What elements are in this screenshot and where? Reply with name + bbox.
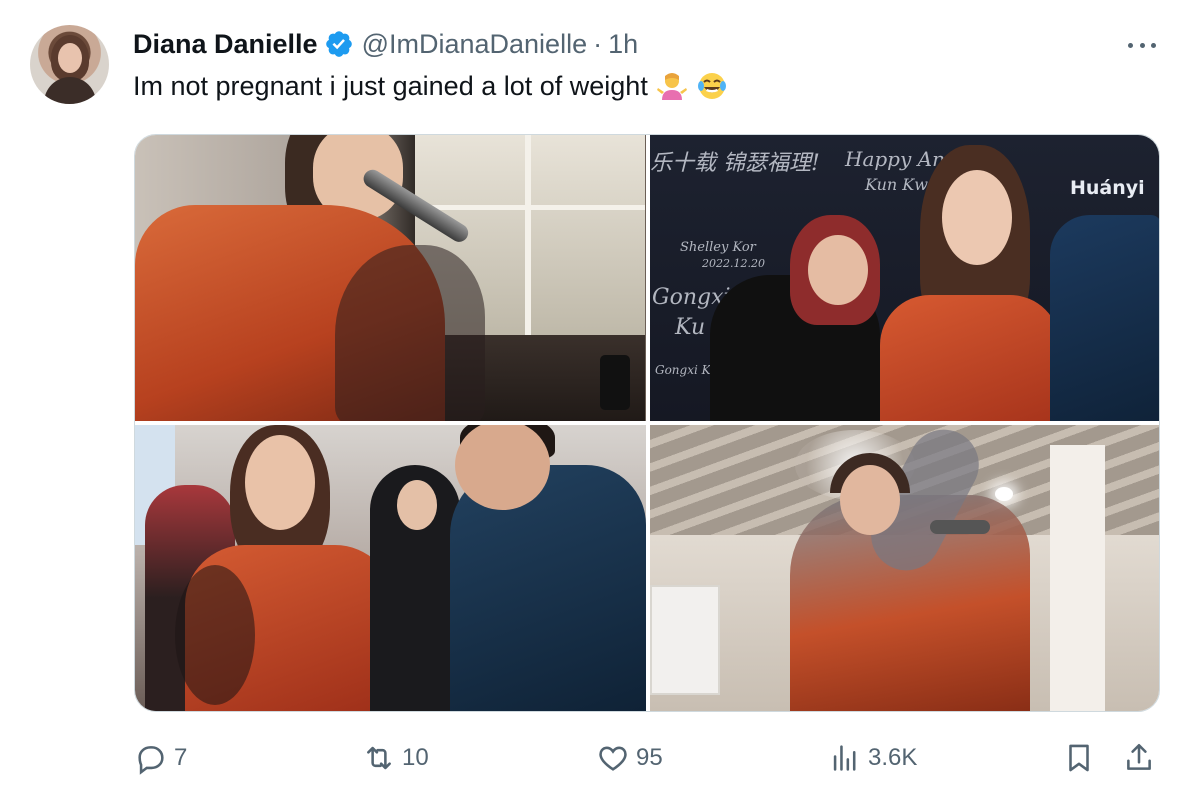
views-button[interactable]: 3.6K <box>828 736 917 780</box>
heart-icon <box>599 746 627 771</box>
retweet-count: 10 <box>402 744 429 771</box>
media-grid: 乐十载 锦瑟福理! Happy Anniv Kun Kw Shelley Kor… <box>134 134 1160 712</box>
author-name[interactable]: Diana Danielle <box>133 29 318 60</box>
photo-signature-wall[interactable]: 乐十载 锦瑟福理! Happy Anniv Kun Kw Shelley Kor… <box>650 135 1159 421</box>
reply-icon <box>138 746 164 775</box>
retweet-button[interactable]: 10 <box>362 736 429 780</box>
like-count: 95 <box>636 744 663 771</box>
verified-badge-icon <box>325 31 352 57</box>
author-handle[interactable]: @ImDianaDanielle <box>362 29 588 60</box>
bar-chart-icon <box>833 745 856 771</box>
share-icon <box>1127 743 1151 770</box>
more-options-icon[interactable] <box>1124 30 1160 60</box>
tweet-text: Im not pregnant i just gained a lot of w… <box>133 70 728 102</box>
avatar-face <box>58 43 82 73</box>
avatar-body <box>44 77 96 104</box>
author-avatar[interactable] <box>30 25 109 104</box>
views-count: 3.6K <box>868 744 918 771</box>
reply-button[interactable]: 7 <box>134 736 187 780</box>
share-button[interactable] <box>1122 736 1156 780</box>
bookmark-button[interactable] <box>1062 736 1096 780</box>
person-shrugging-emoji-icon <box>656 73 687 100</box>
like-button[interactable]: 95 <box>596 736 663 780</box>
retweet-icon <box>367 746 391 770</box>
bookmark-icon <box>1069 744 1089 772</box>
tweet-header: Diana Danielle @ImDianaDanielle · 1h <box>133 26 638 62</box>
brand-logo-text: Huányi <box>1070 177 1145 199</box>
separator-dot: · <box>593 28 603 59</box>
photo-performer-on-stage[interactable] <box>650 425 1159 711</box>
face-with-tears-of-joy-emoji-icon <box>697 73 726 99</box>
tweet-timestamp[interactable]: 1h <box>608 29 638 60</box>
tweet-text-content: Im not pregnant i just gained a lot of w… <box>133 70 648 101</box>
photo-laughing-at-party[interactable] <box>135 425 646 711</box>
reply-count: 7 <box>174 744 188 771</box>
photo-singer-with-mic[interactable] <box>135 135 646 421</box>
tweet-actions-bar: 7 10 95 3.6K <box>134 736 1160 780</box>
